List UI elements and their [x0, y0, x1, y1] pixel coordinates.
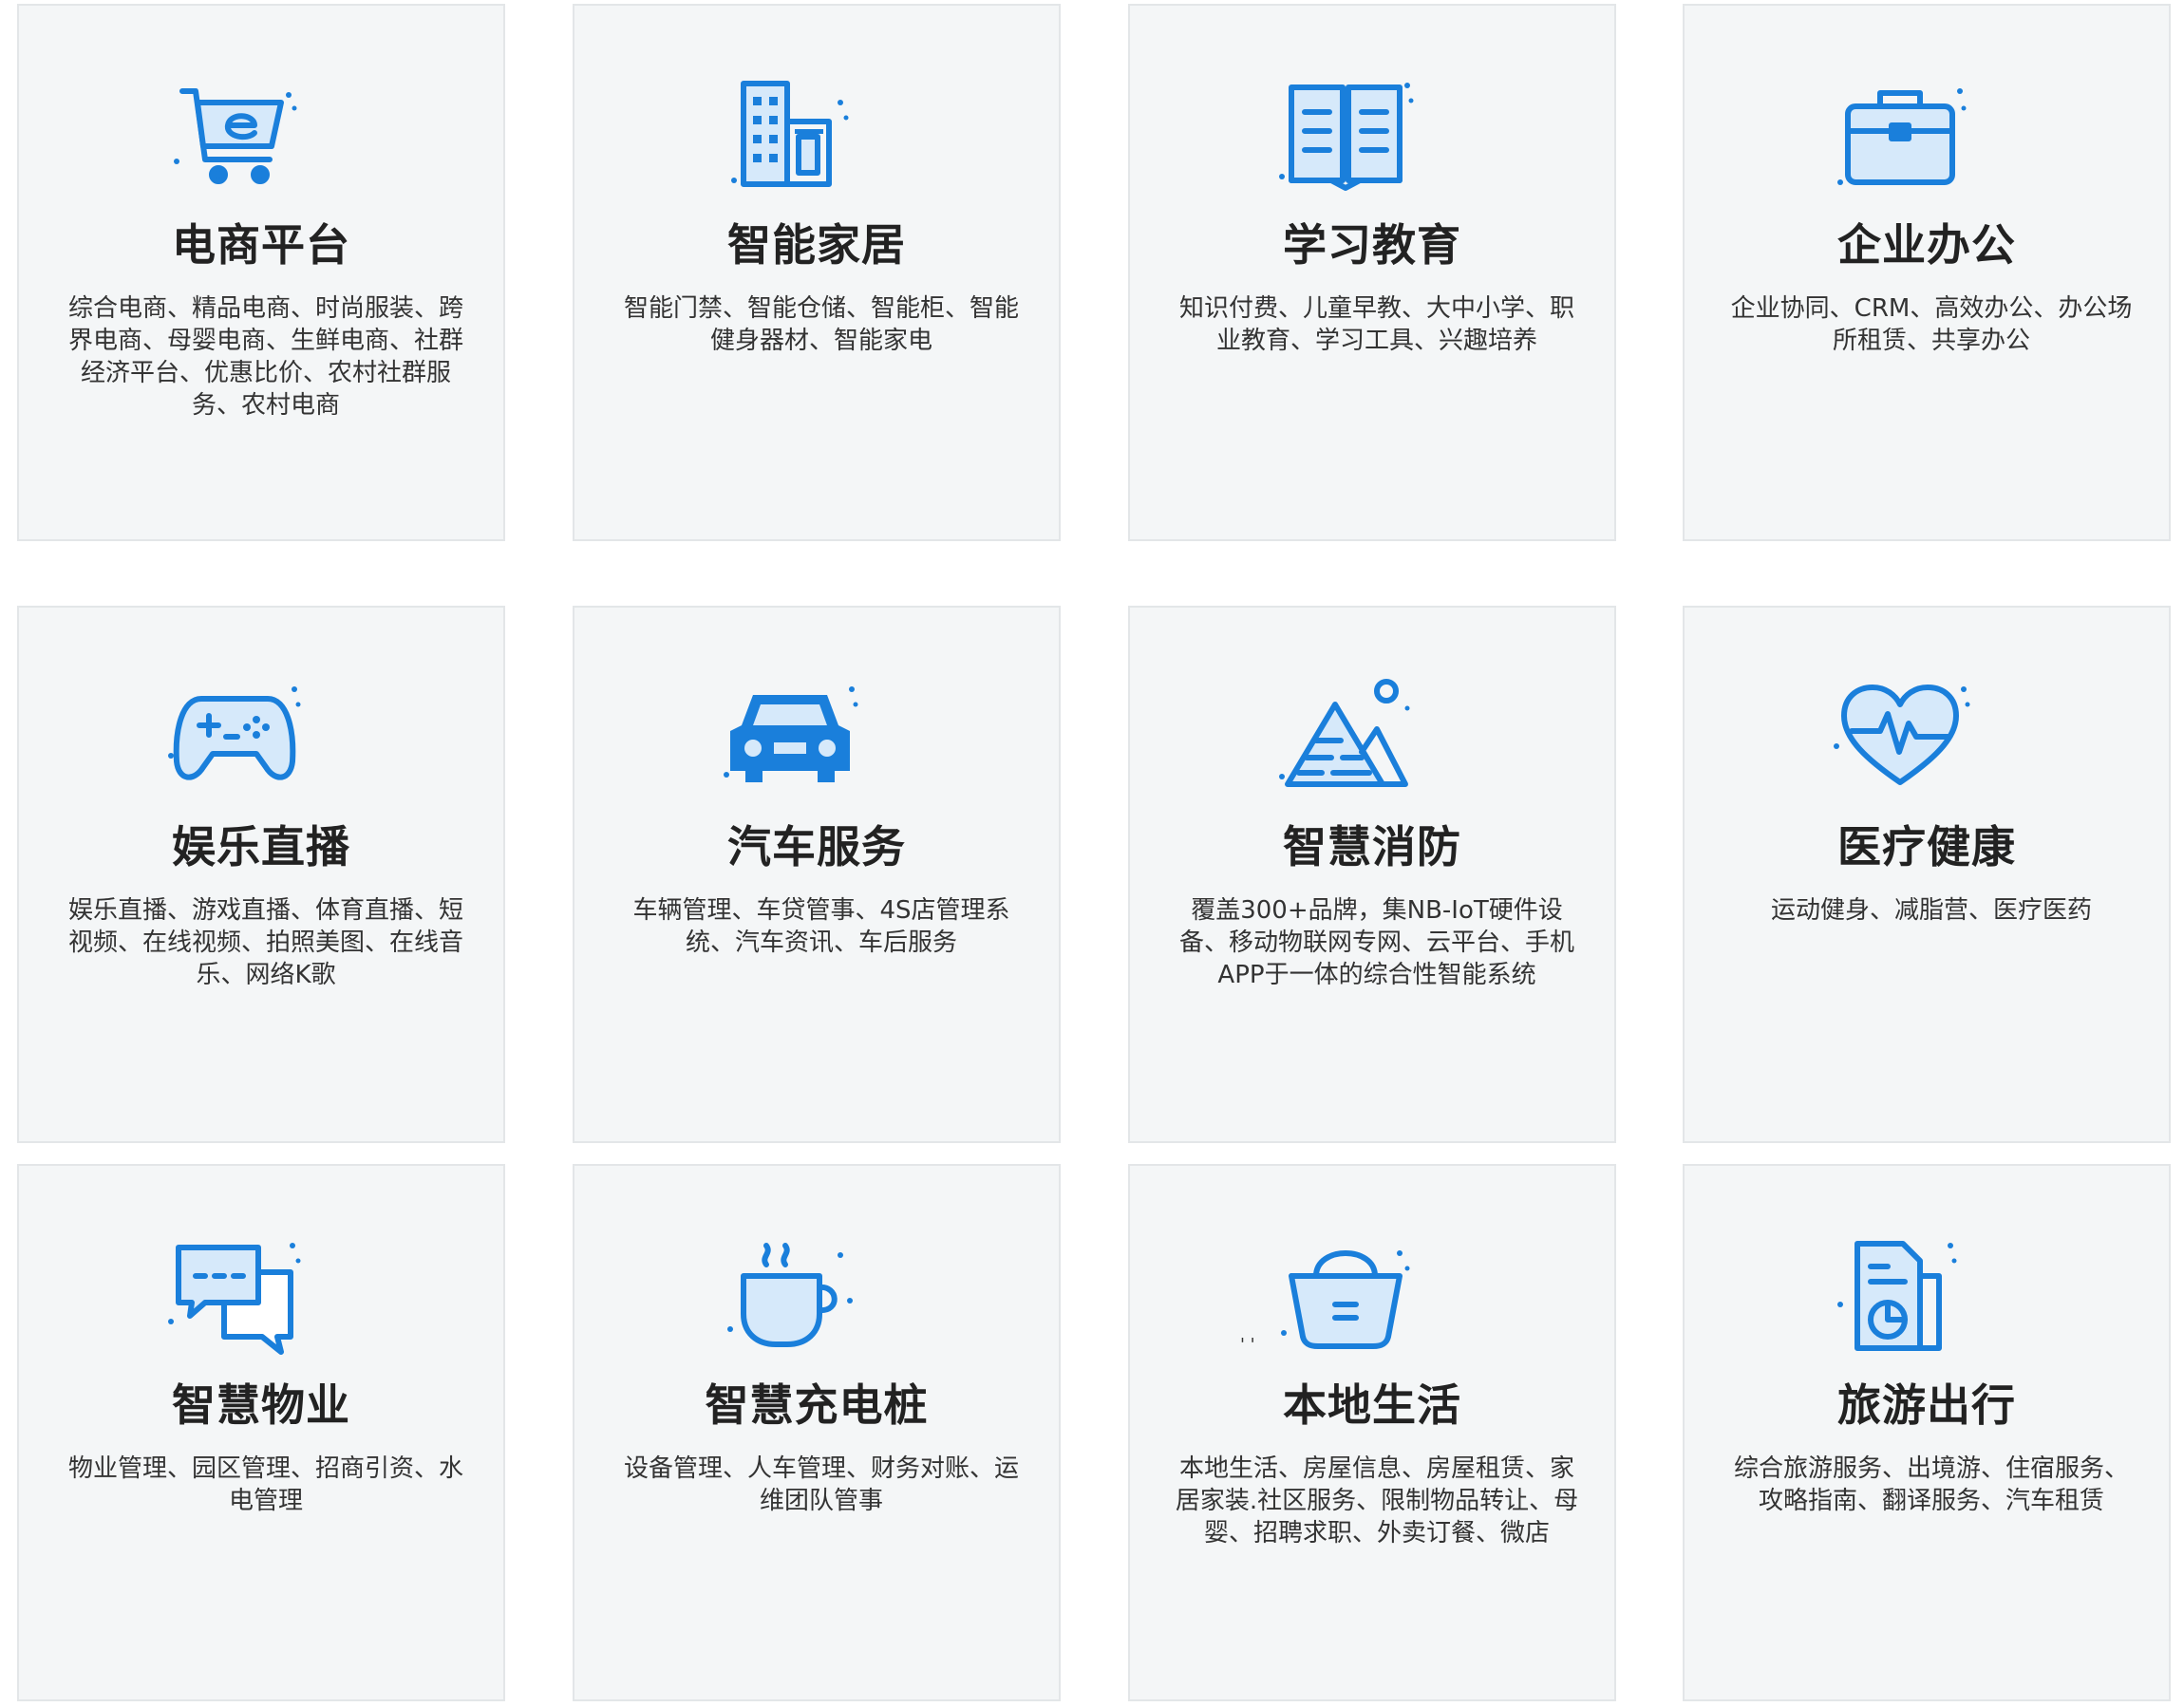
heart-pulse-icon [1829, 676, 1971, 799]
card-title: 智慧物业 [172, 1379, 350, 1431]
card-office[interactable]: 企业办公 企业协同、CRM、高效办公、办公场所租赁、共享办公 [1683, 4, 2171, 541]
car-icon [719, 676, 861, 799]
card-travel[interactable]: 旅游出行 综合旅游服务、出境游、住宿服务、攻略指南、翻译服务、汽车租赁 [1683, 1164, 2171, 1701]
pyramid-icon [1274, 676, 1417, 799]
open-book-icon [1274, 74, 1417, 197]
card-desc: 智能门禁、智能仓储、智能柜、智能健身器材、智能家电 [623, 294, 1019, 355]
card-desc: 本地生活、房屋信息、房屋租赁、家居家装.社区服务、限制物品转让、母婴、招聘求职、… [1175, 1454, 1579, 1548]
card-desc: 运动健身、减脂营、医疗医药 [1770, 896, 2092, 925]
card-desc: 综合电商、精品电商、时尚服装、跨界电商、母婴电商、生鲜电商、社群经济平台、优惠比… [67, 294, 463, 420]
card-desc: 设备管理、人车管理、财务对账、运维团队管事 [623, 1454, 1019, 1515]
shopping-cart-icon [163, 74, 306, 197]
card-desc: 知识付费、儿童早教、大中小学、职业教育、学习工具、兴趣培养 [1178, 294, 1574, 355]
briefcase-icon [1829, 74, 1971, 197]
card-title: 智慧消防 [1283, 821, 1461, 872]
card-education[interactable]: 学习教育 知识付费、儿童早教、大中小学、职业教育、学习工具、兴趣培养 [1128, 4, 1616, 541]
card-title: 本地生活 [1283, 1379, 1461, 1431]
card-desc: 娱乐直播、游戏直播、体育直播、短视频、在线视频、拍照美图、在线音乐、网络K歌 [67, 896, 463, 989]
card-property[interactable]: 智慧物业 物业管理、园区管理、招商引资、水电管理 [17, 1164, 505, 1701]
card-title: 智能家居 [727, 219, 906, 271]
card-title: 电商平台 [172, 219, 350, 271]
card-auto[interactable]: 汽车服务 车辆管理、车贷管事、4S店管理系统、汽车资讯、车后服务 [573, 606, 1061, 1143]
card-desc: 车辆管理、车贷管事、4S店管理系统、汽车资讯、车后服务 [632, 896, 1010, 957]
gamepad-icon [163, 676, 306, 799]
card-title: 智慧充电桩 [705, 1379, 929, 1431]
card-entertainment[interactable]: 娱乐直播 娱乐直播、游戏直播、体育直播、短视频、在线视频、拍照美图、在线音乐、网… [17, 606, 505, 1143]
document-chart-icon [1829, 1234, 1971, 1358]
card-title: 企业办公 [1837, 219, 2016, 271]
card-local-life[interactable]: 本地生活 本地生活、房屋信息、房屋租赁、家居家装.社区服务、限制物品转让、母婴、… [1128, 1164, 1616, 1701]
card-title: 医疗健康 [1837, 821, 2016, 872]
card-desc: 覆盖300+品牌，集NB-IoT硬件设备、移动物联网专网、云平台、手机APP于一… [1178, 896, 1574, 989]
card-title: 学习教育 [1283, 219, 1461, 271]
card-smart-home[interactable]: 智能家居 智能门禁、智能仓储、智能柜、智能健身器材、智能家电 [573, 4, 1061, 541]
building-icon [719, 74, 861, 197]
card-title: 旅游出行 [1837, 1379, 2016, 1431]
card-charging[interactable]: 智慧充电桩 设备管理、人车管理、财务对账、运维团队管事 [573, 1164, 1061, 1701]
card-title: 娱乐直播 [172, 821, 350, 872]
card-desc: 综合旅游服务、出境游、住宿服务、攻略指南、翻译服务、汽车租赁 [1733, 1454, 2129, 1515]
card-desc: 企业协同、CRM、高效办公、办公场所租赁、共享办公 [1730, 294, 2133, 355]
card-ecommerce[interactable]: 电商平台 综合电商、精品电商、时尚服装、跨界电商、母婴电商、生鲜电商、社群经济平… [17, 4, 505, 541]
coffee-cup-icon [719, 1234, 861, 1358]
card-title: 汽车服务 [727, 821, 906, 872]
stray-mark: ' ' [1240, 1335, 1255, 1355]
card-desc: 物业管理、园区管理、招商引资、水电管理 [67, 1454, 463, 1515]
chat-bubbles-icon [163, 1234, 306, 1358]
card-health[interactable]: 医疗健康 运动健身、减脂营、医疗医药 [1683, 606, 2171, 1143]
basket-icon [1274, 1234, 1417, 1358]
card-fire[interactable]: 智慧消防 覆盖300+品牌，集NB-IoT硬件设备、移动物联网专网、云平台、手机… [1128, 606, 1616, 1143]
